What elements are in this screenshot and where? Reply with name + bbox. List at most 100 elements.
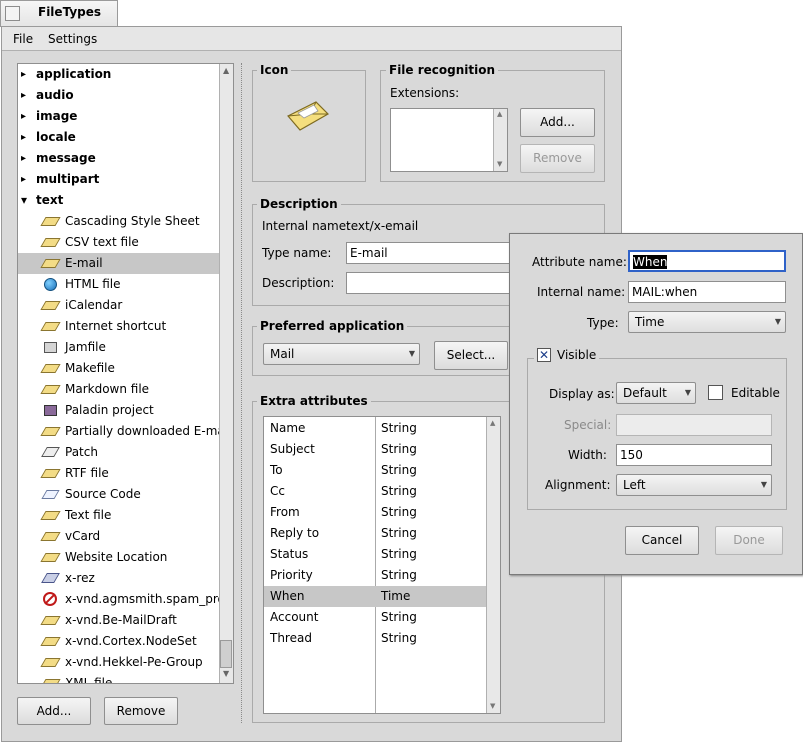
tree-item[interactable]: Markdown file	[18, 379, 219, 400]
expand-right-icon[interactable]: ▸	[21, 169, 26, 190]
tree-item[interactable]: HTML file	[18, 274, 219, 295]
expand-right-icon[interactable]: ▸	[21, 148, 26, 169]
tree-item[interactable]: Text file	[18, 505, 219, 526]
scroll-up-arrow-icon[interactable]: ▲	[490, 419, 495, 427]
tree-category[interactable]: ▸ application	[18, 64, 219, 85]
preferred-app-dropdown[interactable]: Mail ▼	[263, 343, 420, 365]
tree-item[interactable]: Internet shortcut	[18, 316, 219, 337]
tree-item[interactable]: x-vnd.Cortex.NodeSet	[18, 631, 219, 652]
done-button[interactable]: Done	[715, 526, 783, 555]
cancel-button[interactable]: Cancel	[625, 526, 699, 555]
table-row[interactable]: Priority String	[264, 565, 486, 586]
attribute-type-cell: String	[381, 442, 417, 456]
extensions-scrollbar[interactable]: ▲ ▼	[493, 109, 507, 171]
email-type-icon[interactable]	[286, 100, 330, 132]
attr-internal-name-field[interactable]: MAIL:when	[628, 281, 786, 303]
scroll-down-arrow-icon[interactable]: ▼	[490, 702, 495, 710]
tree-category[interactable]: ▸ message	[18, 148, 219, 169]
tree-item[interactable]: Website Location	[18, 547, 219, 568]
select-app-button[interactable]: Select...	[434, 341, 508, 370]
tree-category[interactable]: ▸ audio	[18, 85, 219, 106]
tree-item[interactable]: vCard	[18, 526, 219, 547]
width-field[interactable]: 150	[616, 444, 772, 466]
tree-category[interactable]: ▾ text	[18, 190, 219, 211]
tree-item-label: iCalendar	[65, 298, 123, 312]
attributes-scrollbar[interactable]: ▲ ▼	[486, 417, 500, 713]
tree-item[interactable]: RTF file	[18, 463, 219, 484]
tree-item[interactable]: Patch	[18, 442, 219, 463]
table-row[interactable]: Thread String	[264, 628, 486, 649]
tree-item-label: Paladin project	[65, 403, 154, 417]
type-name-label: Type name:	[262, 246, 332, 260]
expand-right-icon[interactable]: ▸	[21, 64, 26, 85]
tree-item[interactable]: CSV text file	[18, 232, 219, 253]
add-extension-button[interactable]: Add...	[520, 108, 595, 137]
table-row[interactable]: When Time	[264, 586, 486, 607]
table-row[interactable]: Subject String	[264, 439, 486, 460]
chevron-down-icon: ▼	[408, 349, 415, 358]
extensions-list[interactable]: ▲ ▼	[390, 108, 508, 172]
table-row[interactable]: Cc String	[264, 481, 486, 502]
tree-category[interactable]: ▸ image	[18, 106, 219, 127]
scroll-up-arrow-icon[interactable]: ▲	[497, 110, 502, 118]
table-row[interactable]: To String	[264, 460, 486, 481]
scroll-down-arrow-icon[interactable]: ▼	[223, 669, 229, 678]
tree-item[interactable]: x-vnd.agmsmith.spam_probabilities	[18, 589, 219, 610]
recognition-title: File recognition	[386, 63, 499, 77]
type-value: Time	[635, 315, 665, 329]
table-row[interactable]: Status String	[264, 544, 486, 565]
type-list-scrollbar[interactable]: ▲ ▼	[219, 64, 233, 683]
tree-item-label: HTML file	[65, 277, 121, 291]
expand-right-icon[interactable]: ▸	[21, 127, 26, 148]
tree-category[interactable]: ▸ locale	[18, 127, 219, 148]
add-type-button[interactable]: Add...	[17, 697, 91, 725]
tree-item[interactable]: Partially downloaded E-mail	[18, 421, 219, 442]
editable-checkbox[interactable]	[708, 385, 723, 400]
close-box-icon[interactable]	[5, 6, 20, 21]
attributes-table[interactable]: ▲ ▼ Name String Subject String To String Cc Str…	[263, 416, 501, 714]
expand-right-icon[interactable]: ▸	[21, 106, 26, 127]
tree-item-label: x-vnd.Hekkel-Pe-Group	[65, 655, 203, 669]
attribute-name-field[interactable]: When	[628, 250, 786, 272]
type-dropdown[interactable]: Time ▼	[628, 311, 786, 333]
alignment-label: Alignment:	[545, 478, 611, 492]
tree-item[interactable]: Jamfile	[18, 337, 219, 358]
splitter[interactable]	[241, 63, 243, 723]
menu-settings[interactable]: Settings	[48, 32, 97, 46]
table-row[interactable]: Name String	[264, 418, 486, 439]
visible-checkbox[interactable]: ✕	[537, 348, 551, 362]
tree-item[interactable]: iCalendar	[18, 295, 219, 316]
menu-file[interactable]: File	[13, 32, 33, 46]
tree-item[interactable]: x-vnd.Be-MailDraft	[18, 610, 219, 631]
tree-item[interactable]: Paladin project	[18, 400, 219, 421]
tree-category[interactable]: ▸ multipart	[18, 169, 219, 190]
table-row[interactable]: Reply to String	[264, 523, 486, 544]
description-field[interactable]	[346, 272, 512, 294]
remove-extension-button[interactable]: Remove	[520, 144, 595, 173]
tree-item[interactable]: XML file	[18, 673, 219, 683]
attribute-name-value: When	[633, 255, 668, 269]
type-name-field[interactable]: E-mail	[346, 242, 512, 264]
visible-checkbox-group[interactable]: ✕ Visible	[534, 348, 600, 362]
tree-category-label: application	[36, 67, 112, 81]
table-row[interactable]: Account String	[264, 607, 486, 628]
table-row[interactable]: From String	[264, 502, 486, 523]
document-icon	[39, 508, 61, 522]
expand-right-icon[interactable]: ▸	[21, 85, 26, 106]
scroll-down-arrow-icon[interactable]: ▼	[497, 160, 502, 168]
type-list-scroll-thumb[interactable]	[220, 640, 232, 668]
tree-item[interactable]: E-mail	[18, 253, 219, 274]
tree-item[interactable]: x-rez	[18, 568, 219, 589]
alignment-dropdown[interactable]: Left ▼	[616, 474, 772, 496]
tree-item[interactable]: Source Code	[18, 484, 219, 505]
special-field[interactable]	[616, 414, 772, 436]
remove-type-button[interactable]: Remove	[104, 697, 178, 725]
display-as-dropdown[interactable]: Default ▼	[616, 382, 696, 404]
scroll-up-arrow-icon[interactable]: ▲	[223, 66, 229, 75]
attribute-type-cell: String	[381, 568, 417, 582]
expand-down-icon[interactable]: ▾	[21, 190, 27, 211]
tree-item[interactable]: Cascading Style Sheet	[18, 211, 219, 232]
tree-item-label: Source Code	[65, 487, 141, 501]
tree-item[interactable]: x-vnd.Hekkel-Pe-Group	[18, 652, 219, 673]
tree-item[interactable]: Makefile	[18, 358, 219, 379]
